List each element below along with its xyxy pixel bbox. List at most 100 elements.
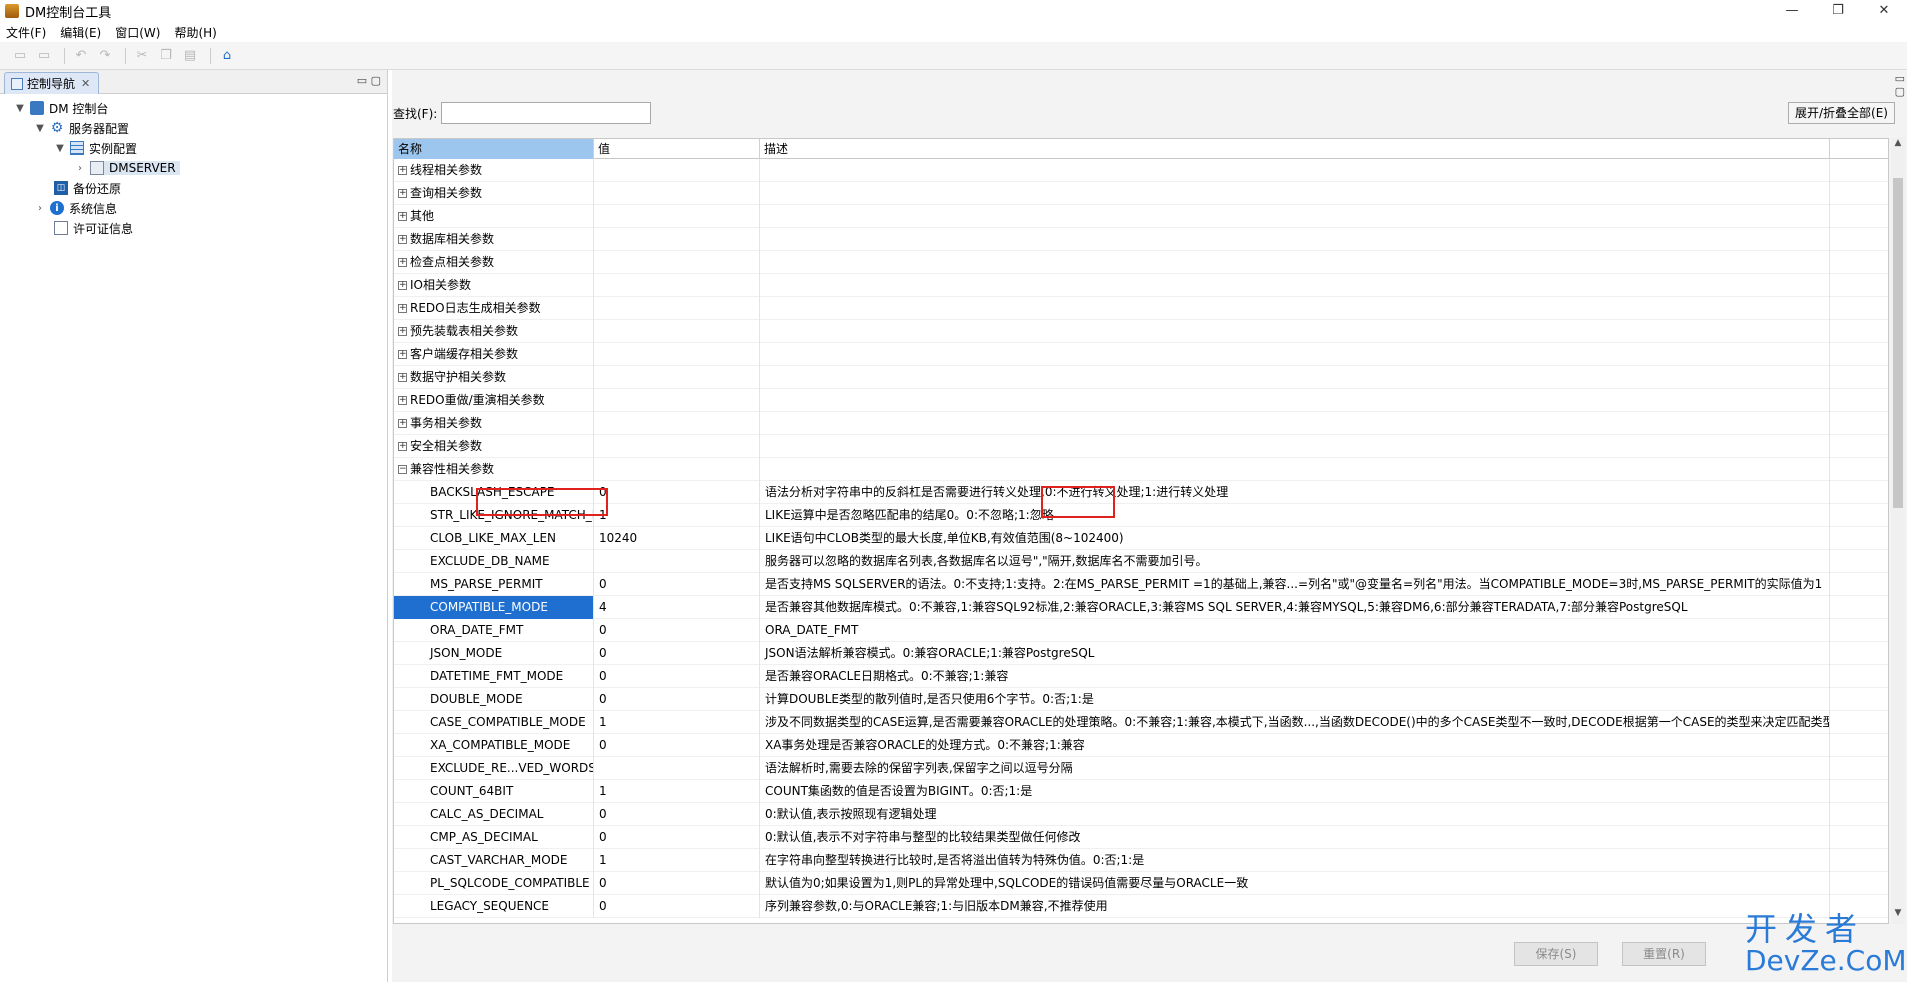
group-name-cell[interactable]: + 安全相关参数 — [394, 435, 594, 458]
expand-icon[interactable]: + — [398, 212, 407, 221]
group-name-cell[interactable]: − 兼容性相关参数 — [394, 458, 594, 481]
table-row-group[interactable]: + 线程相关参数 — [394, 159, 1888, 182]
group-name-cell[interactable]: + REDO日志生成相关参数 — [394, 297, 594, 320]
tree-node-sysinfo[interactable]: › i 系统信息 — [0, 198, 387, 218]
group-name-cell[interactable]: + 检查点相关参数 — [394, 251, 594, 274]
param-value-cell[interactable]: 1 — [594, 504, 760, 527]
table-row-group[interactable]: + 其他 — [394, 205, 1888, 228]
table-row-param[interactable]: COUNT_64BIT 1 COUNT集函数的值是否设置为BIGINT。0:否;1:… — [394, 780, 1888, 803]
table-row-param[interactable]: CASE_COMPATIBLE_MODE 1 涉及不同数据类型的CASE运算,是否需… — [394, 711, 1888, 734]
tree-node-dmserver[interactable]: › DMSERVER — [0, 158, 387, 178]
reset-button[interactable]: 重置(R) — [1622, 942, 1706, 966]
param-name-cell[interactable]: MS_PARSE_PERMIT — [394, 573, 594, 596]
group-name-cell[interactable]: + IO相关参数 — [394, 274, 594, 297]
param-name-cell[interactable]: CASE_COMPATIBLE_MODE — [394, 711, 594, 734]
param-name-cell[interactable]: JSON_MODE — [394, 642, 594, 665]
table-row-group[interactable]: + 查询相关参数 — [394, 182, 1888, 205]
save-button[interactable]: 保存(S) — [1514, 942, 1598, 966]
param-name-cell[interactable]: XA_COMPATIBLE_MODE — [394, 734, 594, 757]
save-icon[interactable]: ▭ — [10, 46, 30, 66]
chevron-down-icon[interactable]: ▼ — [34, 123, 46, 134]
column-header-name[interactable]: 名称 — [394, 139, 594, 159]
param-name-cell[interactable]: DOUBLE_MODE — [394, 688, 594, 711]
scroll-thumb[interactable] — [1893, 178, 1903, 508]
tree-node-server-config[interactable]: ▼ ⚙ 服务器配置 — [0, 118, 387, 138]
param-value-cell[interactable]: 0 — [594, 872, 760, 895]
param-value-cell[interactable]: 0 — [594, 573, 760, 596]
tab-control-navigation[interactable]: 控制导航 ✕ — [4, 72, 100, 94]
table-row-param[interactable]: MS_PARSE_PERMIT 0 是否支持MS SQLSERVER的语法。0:不支… — [394, 573, 1888, 596]
table-row-group[interactable]: + REDO重做/重演相关参数 — [394, 389, 1888, 412]
table-row-group[interactable]: + IO相关参数 — [394, 274, 1888, 297]
table-row-group[interactable]: + 检查点相关参数 — [394, 251, 1888, 274]
param-value-cell[interactable]: 0 — [594, 619, 760, 642]
home-icon[interactable]: ⌂ — [217, 46, 237, 66]
table-row-group[interactable]: + 客户端缓存相关参数 — [394, 343, 1888, 366]
param-value-cell[interactable]: 0 — [594, 734, 760, 757]
param-name-cell[interactable]: CALC_AS_DECIMAL — [394, 803, 594, 826]
table-row-param[interactable]: DATETIME_FMT_MODE 0 是否兼容ORACLE日期格式。0:不兼容;1… — [394, 665, 1888, 688]
param-name-cell[interactable]: EXCLUDE_RE...VED_WORDS — [394, 757, 594, 780]
param-value-cell[interactable]: 0 — [594, 665, 760, 688]
table-row-param[interactable]: COMPATIBLE_MODE 4 是否兼容其他数据库模式。0:不兼容,1:兼容SQ… — [394, 596, 1888, 619]
restore-button[interactable]: ❐ — [1815, 0, 1861, 22]
menu-window[interactable]: 窗口(W) — [115, 24, 160, 41]
scroll-up-icon[interactable]: ▲ — [1891, 138, 1905, 154]
param-name-cell[interactable]: COUNT_64BIT — [394, 780, 594, 803]
group-name-cell[interactable]: + 数据库相关参数 — [394, 228, 594, 251]
param-name-cell[interactable]: CAST_VARCHAR_MODE — [394, 849, 594, 872]
expand-icon[interactable]: + — [398, 235, 407, 244]
paste-icon[interactable]: ▤ — [180, 46, 200, 66]
tree-node-root[interactable]: ▼ DM 控制台 — [0, 98, 387, 118]
param-name-cell[interactable]: EXCLUDE_DB_NAME — [394, 550, 594, 573]
collapse-icon[interactable]: − — [398, 465, 407, 474]
table-row-param[interactable]: PL_SQLCODE_COMPATIBLE 0 默认值为0;如果设置为1,则PL的异… — [394, 872, 1888, 895]
expand-icon[interactable]: + — [398, 281, 407, 290]
group-name-cell[interactable]: + 事务相关参数 — [394, 412, 594, 435]
close-icon[interactable]: ✕ — [81, 77, 90, 90]
chevron-down-icon[interactable]: ▼ — [14, 103, 26, 114]
menu-help[interactable]: 帮助(H) — [174, 24, 216, 41]
menu-edit[interactable]: 编辑(E) — [60, 24, 101, 41]
param-value-cell[interactable]: 0 — [594, 642, 760, 665]
table-row-param[interactable]: CMP_AS_DECIMAL 0 0:默认值,表示不对字符串与整型的比较结果类型做任… — [394, 826, 1888, 849]
param-value-cell[interactable] — [594, 757, 760, 780]
expand-collapse-all-button[interactable]: 展开/折叠全部(E) — [1788, 102, 1895, 124]
panel-minmax-icon[interactable]: ▭ ▢ — [1895, 72, 1905, 98]
table-row-group[interactable]: + 数据库相关参数 — [394, 228, 1888, 251]
minimize-button[interactable]: — — [1769, 0, 1815, 22]
chevron-down-icon[interactable]: ▼ — [54, 143, 66, 154]
group-name-cell[interactable]: + 查询相关参数 — [394, 182, 594, 205]
cut-icon[interactable]: ✂ — [132, 46, 152, 66]
chevron-right-icon[interactable]: › — [74, 163, 86, 174]
group-name-cell[interactable]: + REDO重做/重演相关参数 — [394, 389, 594, 412]
group-name-cell[interactable]: + 客户端缓存相关参数 — [394, 343, 594, 366]
param-value-cell[interactable] — [594, 550, 760, 573]
table-row-param[interactable]: DOUBLE_MODE 0 计算DOUBLE类型的散列值时,是否只使用6个字节。0:… — [394, 688, 1888, 711]
table-row-param[interactable]: CAST_VARCHAR_MODE 1 在字符串向整型转换进行比较时,是否将溢出值转… — [394, 849, 1888, 872]
expand-icon[interactable]: + — [398, 373, 407, 382]
tree-node-dmserver-selected[interactable]: DMSERVER — [90, 161, 180, 175]
table-row-group[interactable]: − 兼容性相关参数 — [394, 458, 1888, 481]
group-name-cell[interactable]: + 线程相关参数 — [394, 159, 594, 182]
table-row-group[interactable]: + 数据守护相关参数 — [394, 366, 1888, 389]
expand-icon[interactable]: + — [398, 189, 407, 198]
copy-icon[interactable]: ❐ — [156, 46, 176, 66]
expand-icon[interactable]: + — [398, 258, 407, 267]
expand-icon[interactable]: + — [398, 419, 407, 428]
column-header-desc[interactable]: 描述 — [760, 139, 1830, 159]
column-header-value[interactable]: 值 — [594, 139, 760, 159]
param-name-cell[interactable]: PL_SQLCODE_COMPATIBLE — [394, 872, 594, 895]
group-name-cell[interactable]: + 其他 — [394, 205, 594, 228]
expand-icon[interactable]: + — [398, 166, 407, 175]
param-value-cell[interactable]: 4 — [594, 596, 760, 619]
table-row-param[interactable]: CLOB_LIKE_MAX_LEN 10240 LIKE语句中CLOB类型的最大长度… — [394, 527, 1888, 550]
expand-icon[interactable]: + — [398, 442, 407, 451]
tree-node-license[interactable]: 许可证信息 — [0, 218, 387, 238]
table-row-param[interactable]: ORA_DATE_FMT 0 ORA_DATE_FMT — [394, 619, 1888, 642]
undo-icon[interactable]: ↶ — [71, 46, 91, 66]
table-row-param[interactable]: XA_COMPATIBLE_MODE 0 XA事务处理是否兼容ORACLE的处理方式… — [394, 734, 1888, 757]
table-row-param[interactable]: JSON_MODE 0 JSON语法解析兼容模式。0:兼容ORACLE;1:兼容Po… — [394, 642, 1888, 665]
param-name-cell[interactable]: CLOB_LIKE_MAX_LEN — [394, 527, 594, 550]
expand-icon[interactable]: + — [398, 396, 407, 405]
